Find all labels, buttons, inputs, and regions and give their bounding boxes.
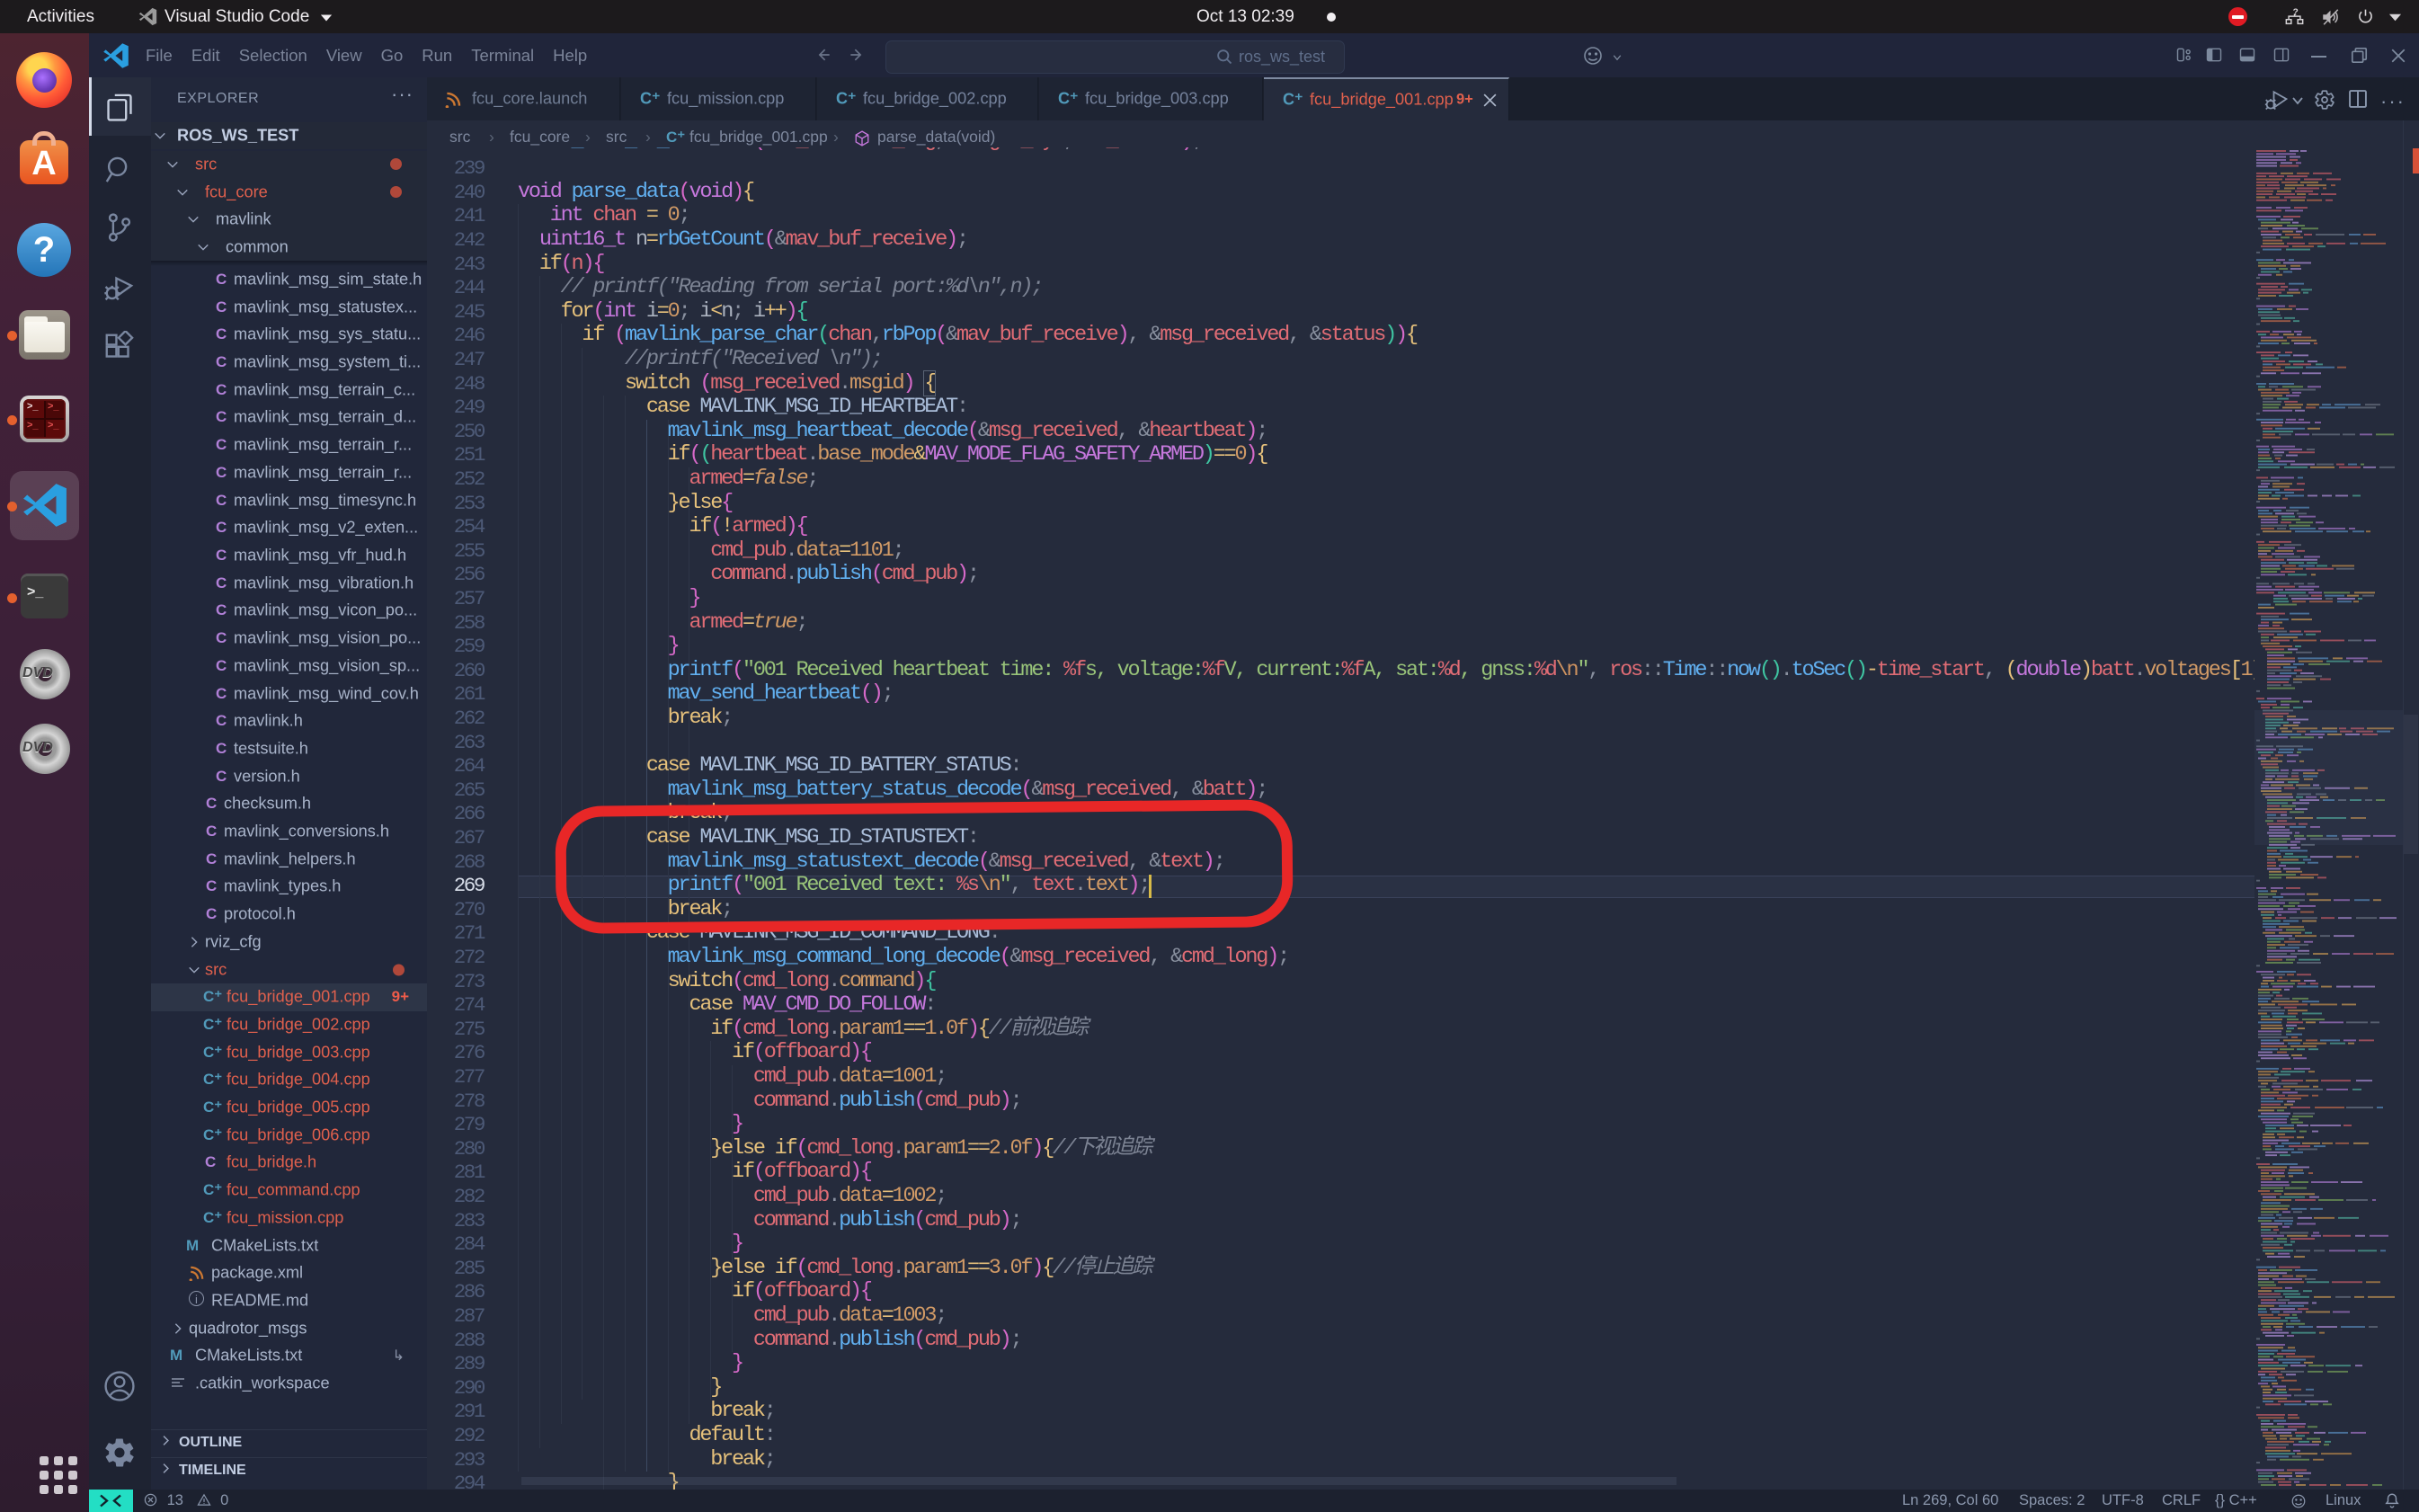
svg-text:?: ? bbox=[2293, 7, 2299, 17]
